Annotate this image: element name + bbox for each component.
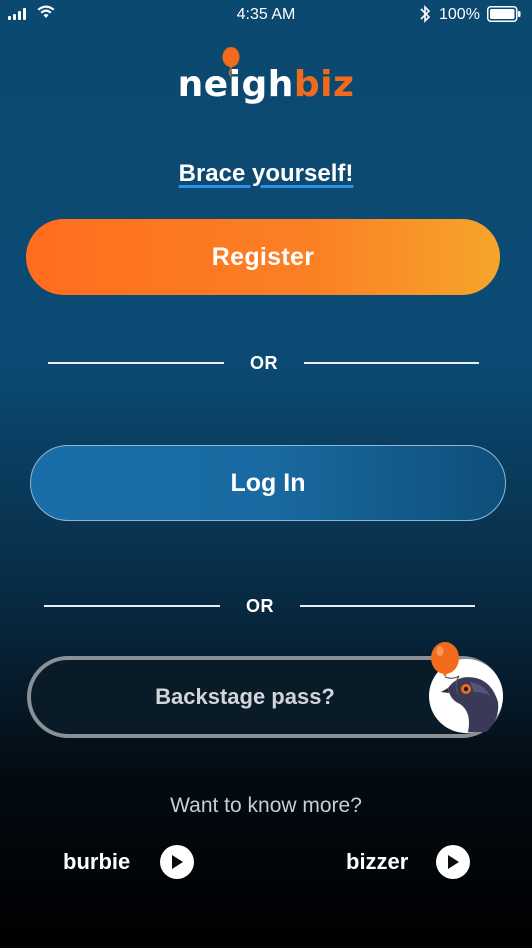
or-text: OR <box>246 595 274 616</box>
divider-line <box>304 362 479 364</box>
logo-text-neigh: neigh <box>177 64 294 105</box>
login-button[interactable]: Log In <box>30 445 506 521</box>
or-text: OR <box>250 352 278 373</box>
burbie-link[interactable]: burbie <box>63 845 194 879</box>
tagline-text: Brace yourself! <box>178 160 354 187</box>
tagline: Brace yourself! <box>0 160 532 188</box>
or-divider-2: OR <box>44 596 475 616</box>
pigeon-mascot-icon <box>429 642 503 733</box>
backstage-label: Backstage pass? <box>155 684 335 709</box>
divider-line <box>48 362 224 364</box>
play-icon[interactable] <box>436 845 470 879</box>
divider-line <box>44 605 220 607</box>
battery-percentage: 100% <box>439 6 480 23</box>
burbie-label: burbie <box>63 849 131 874</box>
bizzer-link[interactable]: bizzer <box>346 845 470 879</box>
app-logo: neighbiz <box>0 64 532 105</box>
register-label: Register <box>211 242 315 271</box>
divider-line <box>300 605 475 607</box>
status-bar: 4:35 AM 100% <box>0 0 532 30</box>
bluetooth-icon <box>420 5 431 23</box>
bizzer-label: bizzer <box>346 849 409 874</box>
battery-icon <box>487 6 521 22</box>
want-to-know-more-text: Want to know more? <box>170 794 362 817</box>
or-divider-1: OR <box>48 353 479 373</box>
play-icon[interactable] <box>160 845 194 879</box>
register-button[interactable]: Register <box>26 219 500 295</box>
login-label: Log In <box>230 468 306 497</box>
logo-text-biz: biz <box>293 64 355 105</box>
